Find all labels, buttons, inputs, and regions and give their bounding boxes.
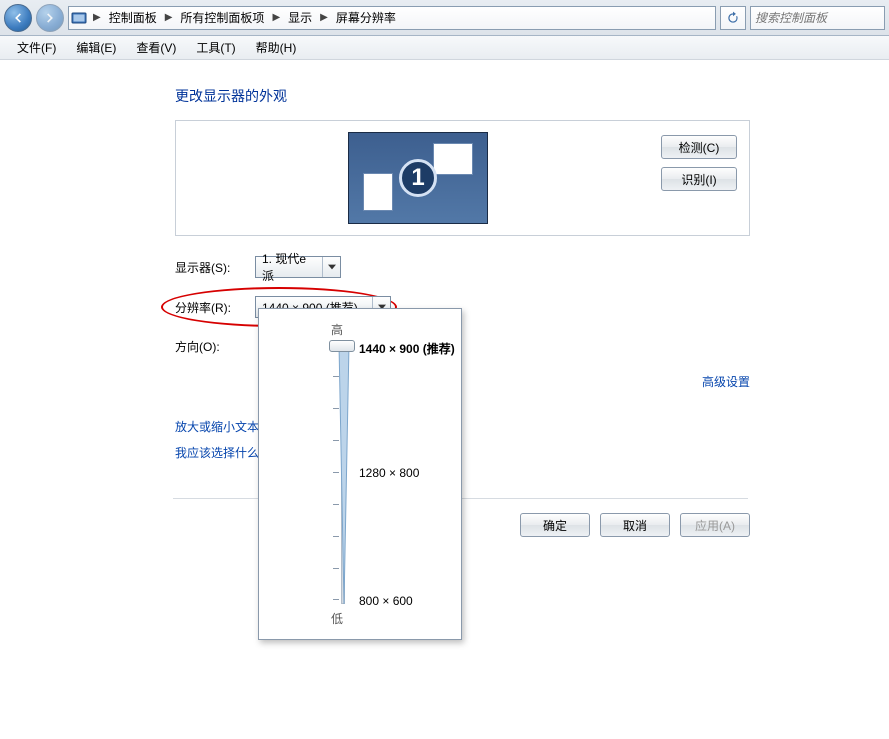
preview-window-icon	[363, 173, 393, 211]
menu-file[interactable]: 文件(F)	[8, 35, 65, 60]
window-addressbar: ▶ 控制面板 ▶ 所有控制面板项 ▶ 显示 ▶ 屏幕分辨率	[0, 0, 889, 36]
chevron-right-icon: ▶	[163, 12, 175, 23]
resolution-option-800[interactable]: 800 × 600	[359, 594, 413, 608]
chevron-right-icon: ▶	[270, 12, 282, 23]
text-size-link[interactable]: 放大或缩小文本	[175, 420, 259, 434]
monitor-select-value: 1. 现代e派	[262, 250, 318, 284]
nav-forward-button[interactable]	[36, 4, 64, 32]
monitor-row: 显示器(S): 1. 现代e派	[175, 256, 859, 278]
chevron-right-icon: ▶	[318, 12, 330, 23]
resolution-label: 分辨率(R):	[175, 299, 255, 316]
advanced-settings-link[interactable]: 高级设置	[702, 375, 750, 389]
slider-high-label: 高	[331, 321, 451, 338]
menu-view[interactable]: 查看(V)	[127, 35, 185, 60]
chevron-right-icon: ▶	[91, 12, 103, 23]
slider-gradient-icon	[337, 344, 351, 604]
resolution-option-recommended[interactable]: 1440 × 900 (推荐)	[359, 340, 455, 357]
search-box[interactable]	[750, 6, 885, 30]
cancel-button[interactable]: 取消	[600, 513, 670, 537]
breadcrumb-display[interactable]: 显示	[282, 7, 318, 29]
slider-thumb[interactable]	[329, 340, 355, 352]
resolution-slider[interactable]: 1440 × 900 (推荐) 1280 × 800 800 × 600	[331, 344, 451, 604]
detect-button[interactable]: 检测(C)	[661, 135, 737, 159]
breadcrumb-control-panel[interactable]: 控制面板	[103, 7, 163, 29]
page-title: 更改显示器的外观	[175, 86, 859, 106]
resolution-option-1280[interactable]: 1280 × 800	[359, 466, 419, 480]
control-panel-icon	[71, 10, 87, 26]
search-input[interactable]	[755, 11, 880, 25]
which-settings-link[interactable]: 我应该选择什么	[175, 446, 259, 460]
monitor-select[interactable]: 1. 现代e派	[255, 256, 341, 278]
identify-button[interactable]: 识别(I)	[661, 167, 737, 191]
monitor-thumbnail[interactable]: 1	[348, 132, 488, 224]
menu-edit[interactable]: 编辑(E)	[67, 35, 125, 60]
orientation-label: 方向(O):	[175, 338, 255, 355]
menubar: 文件(F) 编辑(E) 查看(V) 工具(T) 帮助(H)	[0, 36, 889, 60]
monitor-number-badge: 1	[399, 159, 437, 197]
breadcrumb[interactable]: ▶ 控制面板 ▶ 所有控制面板项 ▶ 显示 ▶ 屏幕分辨率	[68, 6, 716, 30]
ok-button[interactable]: 确定	[520, 513, 590, 537]
breadcrumb-all-items[interactable]: 所有控制面板项	[174, 7, 270, 29]
preview-window-icon	[433, 143, 473, 175]
monitor-preview-panel: 1 检测(C) 识别(I)	[175, 120, 750, 236]
chevron-down-icon	[322, 257, 340, 277]
monitor-label: 显示器(S):	[175, 259, 255, 276]
nav-back-button[interactable]	[4, 4, 32, 32]
slider-low-label: 低	[331, 610, 451, 627]
menu-help[interactable]: 帮助(H)	[247, 35, 306, 60]
breadcrumb-resolution[interactable]: 屏幕分辨率	[330, 7, 402, 29]
resolution-dropdown[interactable]: 高 1440 × 900 (推荐) 1280 × 800 800 × 600 低	[258, 308, 462, 640]
apply-button[interactable]: 应用(A)	[680, 513, 750, 537]
menu-tools[interactable]: 工具(T)	[187, 35, 244, 60]
refresh-button[interactable]	[720, 6, 746, 30]
